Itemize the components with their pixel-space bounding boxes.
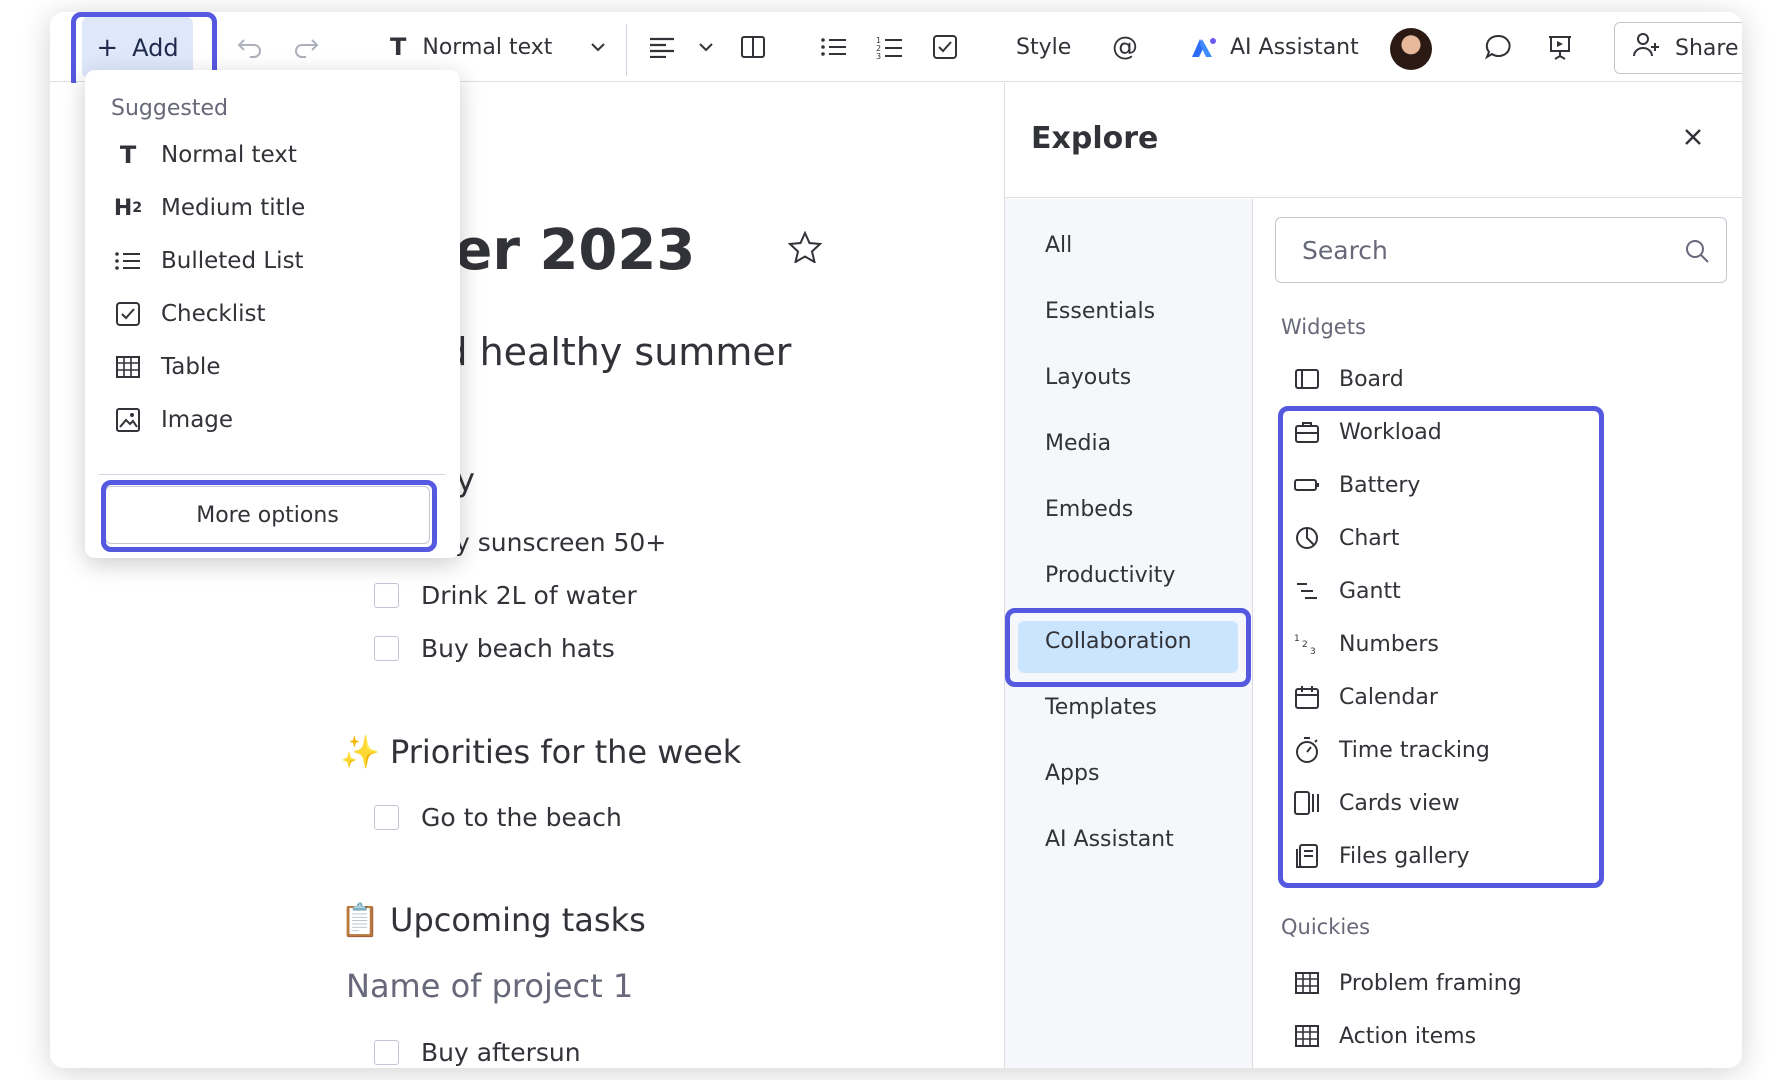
search-input[interactable]: Search	[1275, 217, 1727, 283]
category-productivity[interactable]: Productivity	[1045, 563, 1175, 588]
explore-category-nav: All Essentials Layouts Media Embeds Prod…	[1005, 199, 1253, 1068]
table-icon	[1293, 969, 1321, 997]
table-icon	[1293, 1022, 1321, 1050]
quickies-section-label: Quickies	[1281, 915, 1371, 939]
align-left-icon[interactable]	[648, 12, 676, 82]
ai-assistant-icon	[1190, 35, 1218, 59]
checkbox[interactable]	[374, 636, 399, 661]
category-templates[interactable]: Templates	[1045, 695, 1157, 720]
svg-text:3: 3	[876, 52, 881, 59]
more-options-highlight	[101, 480, 437, 552]
heading-icon: H2	[113, 195, 143, 221]
text-type-icon: T	[390, 33, 407, 61]
bullet-list-icon	[113, 246, 143, 276]
checklist-item-label: Drink 2L of water	[421, 581, 637, 610]
checklist-item-label: Go to the beach	[421, 803, 622, 832]
widgets-highlight	[1278, 406, 1604, 888]
ai-assistant-label: AI Assistant	[1230, 34, 1359, 60]
checklist-item[interactable]: y sunscreen 50+	[455, 528, 666, 557]
share-label: Share	[1675, 35, 1739, 61]
close-icon[interactable]	[1683, 127, 1703, 151]
checkbox[interactable]	[374, 1040, 399, 1065]
columns-icon[interactable]	[740, 12, 766, 82]
quickie-label: Problem framing	[1339, 970, 1522, 996]
section-heading-2-label: Priorities for the week	[390, 733, 742, 771]
menu-item-label: Normal text	[161, 142, 297, 168]
image-icon	[113, 405, 143, 435]
category-layouts[interactable]: Layouts	[1045, 365, 1131, 390]
text-icon: T	[119, 141, 137, 169]
star-icon[interactable]	[787, 230, 823, 267]
checklist-item-label: y sunscreen 50+	[455, 528, 667, 557]
checkbox[interactable]	[374, 583, 399, 608]
widget-label: Board	[1339, 366, 1404, 392]
checkbox[interactable]	[374, 805, 399, 830]
add-menu-heading: Suggested	[111, 96, 228, 121]
productivity-highlight	[1005, 608, 1251, 687]
menu-item-bulleted-list[interactable]: Bulleted List	[113, 246, 304, 276]
avatar[interactable]	[1390, 28, 1432, 70]
text-style-label: Normal text	[422, 34, 553, 60]
quickie-label: Action items	[1339, 1023, 1477, 1049]
explore-panel: Explore All Essentials Layouts Media Emb…	[1004, 83, 1742, 1068]
app-window: + Add T Normal text 1 2 3 Style @ AI Ass…	[50, 12, 1742, 1068]
checklist-icon	[113, 299, 143, 329]
explore-header: Explore	[1005, 83, 1742, 198]
checklist-item-label: Buy beach hats	[421, 634, 615, 663]
style-button[interactable]: Style	[1016, 12, 1071, 82]
checklist-item[interactable]: Go to the beach	[374, 803, 622, 832]
checklist-item[interactable]: Drink 2L of water	[374, 581, 637, 610]
menu-item-image[interactable]: Image	[113, 405, 233, 435]
search-icon	[1684, 238, 1710, 270]
ai-assistant-button[interactable]: AI Assistant	[1190, 12, 1359, 82]
category-embeds[interactable]: Embeds	[1045, 497, 1133, 522]
checklist-icon[interactable]	[932, 12, 958, 82]
chevron-down-icon	[590, 42, 606, 52]
menu-item-label: Table	[161, 354, 221, 380]
table-icon	[113, 352, 143, 382]
clipboard-icon: 📋	[340, 901, 380, 939]
menu-item-label: Image	[161, 407, 234, 433]
category-apps[interactable]: Apps	[1045, 761, 1099, 786]
mention-icon[interactable]: @	[1112, 12, 1138, 82]
menu-divider	[99, 474, 445, 475]
bulleted-list-icon[interactable]	[820, 12, 848, 82]
toolbar-divider	[626, 24, 627, 76]
present-icon[interactable]	[1546, 12, 1574, 82]
quickie-problem-framing[interactable]: Problem framing	[1293, 969, 1522, 997]
menu-item-label: Checklist	[161, 301, 266, 327]
share-button[interactable]: Share	[1614, 22, 1742, 74]
align-chevron-icon[interactable]	[698, 12, 714, 82]
board-icon	[1293, 365, 1321, 393]
comment-icon[interactable]	[1484, 12, 1512, 82]
explore-title: Explore	[1031, 121, 1159, 156]
category-ai-assistant[interactable]: AI Assistant	[1045, 827, 1174, 852]
checklist-item-label: Buy aftersun	[421, 1038, 581, 1067]
category-media[interactable]: Media	[1045, 431, 1111, 456]
widget-board[interactable]: Board	[1293, 365, 1404, 393]
widgets-section-label: Widgets	[1281, 315, 1366, 339]
menu-item-checklist[interactable]: Checklist	[113, 299, 266, 329]
menu-item-normal-text[interactable]: T Normal text	[113, 140, 297, 170]
menu-item-medium-title[interactable]: H2 Medium title	[113, 193, 305, 223]
style-label: Style	[1016, 34, 1072, 60]
sparkles-icon: ✨	[340, 733, 380, 771]
section-heading-3[interactable]: 📋 Upcoming tasks	[340, 901, 646, 939]
numbered-list-icon[interactable]: 123	[876, 12, 904, 82]
category-essentials[interactable]: Essentials	[1045, 299, 1155, 324]
checklist-item[interactable]: Buy aftersun	[374, 1038, 581, 1067]
section-heading-3-label: Upcoming tasks	[390, 901, 646, 939]
quickie-action-items[interactable]: Action items	[1293, 1022, 1476, 1050]
menu-item-label: Bulleted List	[161, 248, 304, 274]
add-person-icon	[1631, 31, 1661, 65]
project-heading[interactable]: Name of project 1	[346, 967, 633, 1005]
category-all[interactable]: All	[1045, 233, 1072, 258]
menu-item-table[interactable]: Table	[113, 352, 220, 382]
menu-item-label: Medium title	[161, 195, 306, 221]
checklist-item[interactable]: Buy beach hats	[374, 634, 615, 663]
section-heading-2[interactable]: ✨ Priorities for the week	[340, 733, 741, 771]
search-placeholder: Search	[1302, 235, 1388, 265]
